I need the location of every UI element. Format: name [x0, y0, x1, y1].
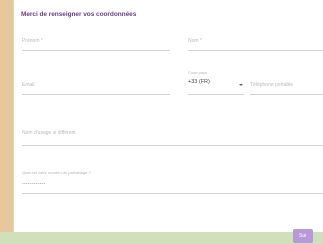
background-left-strip — [0, 0, 13, 244]
referral-underline — [22, 193, 323, 194]
prenom-underline — [22, 50, 170, 51]
telephone-underline — [250, 94, 323, 95]
chevron-down-icon — [239, 84, 243, 86]
nom-usage-label: Nom d'usage si différent — [22, 130, 76, 136]
submit-button[interactable]: Sui — [293, 229, 313, 243]
referral-value: ------------ — [22, 181, 46, 187]
nom-usage-underline — [22, 145, 323, 146]
nom-underline — [188, 50, 323, 51]
country-code-value: +33 (FR) — [188, 79, 210, 85]
form-title: Merci de renseigner vos coordonnées — [21, 11, 137, 18]
telephone-label: Téléphone portable — [250, 82, 294, 88]
nom-usage-field[interactable]: Nom d'usage si différent — [22, 130, 323, 146]
background-bottom-strip — [0, 232, 323, 244]
email-field[interactable]: Email — [22, 82, 170, 96]
prenom-label: Prénom * — [22, 38, 43, 44]
email-underline — [22, 94, 170, 95]
email-label: Email — [22, 82, 35, 88]
nom-field[interactable]: Nom * — [188, 38, 323, 52]
nom-label: Nom * — [188, 38, 202, 44]
country-code-label: Code pays — [188, 70, 208, 75]
referral-label: Quel est votre numéro de parrainage ? — [22, 170, 91, 175]
prenom-field[interactable]: Prénom * — [22, 38, 170, 52]
contact-form-card: Merci de renseigner vos coordonnées Prén… — [13, 0, 323, 232]
referral-field[interactable]: Quel est votre numéro de parrainage ? --… — [22, 170, 323, 196]
country-code-underline — [188, 94, 244, 95]
country-code-select[interactable]: Code pays +33 (FR) — [188, 68, 244, 96]
telephone-field[interactable]: Téléphone portable — [250, 82, 323, 96]
